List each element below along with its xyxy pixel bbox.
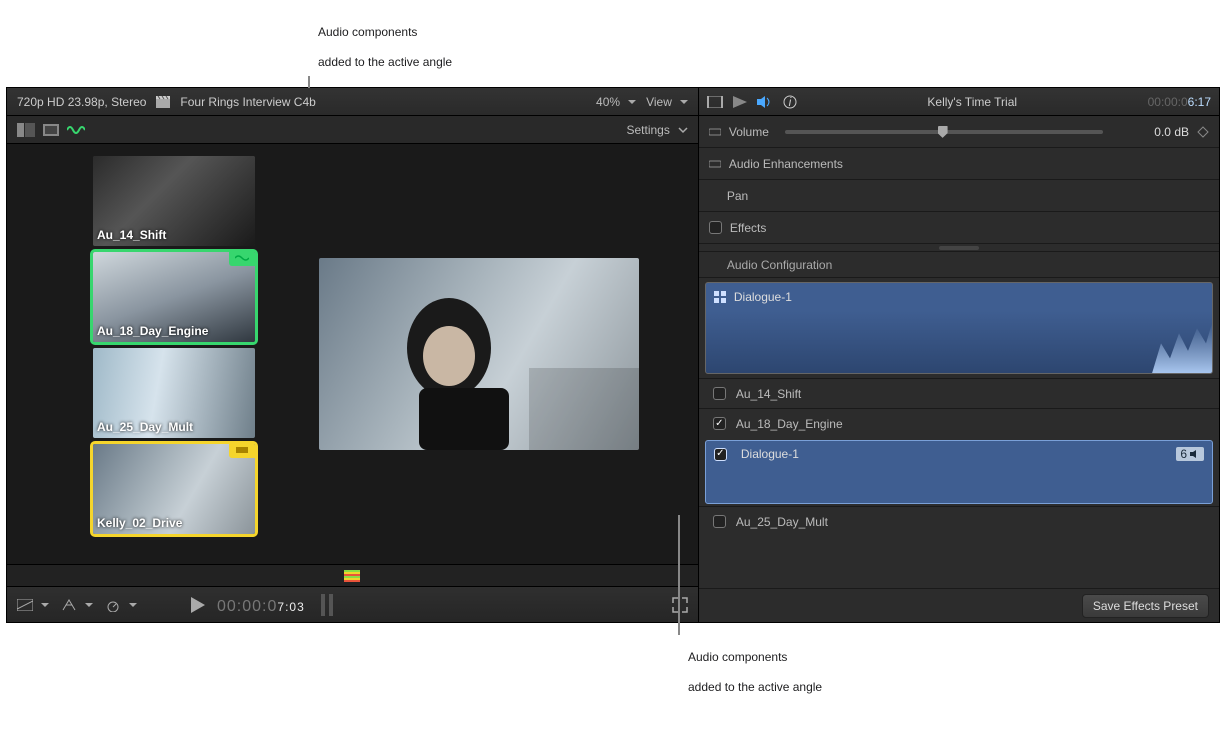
app-window: 720p HD 23.98p, Stereo Four Rings Interv… xyxy=(6,87,1220,623)
viewer-canvas xyxy=(261,144,698,564)
viewer-panel: 720p HD 23.98p, Stereo Four Rings Interv… xyxy=(7,88,698,622)
info-tab-icon[interactable]: i xyxy=(783,95,797,109)
video-active-badge-icon xyxy=(229,444,255,458)
angle-toolbar: Settings xyxy=(7,116,698,144)
angle-thumb[interactable]: Au_18_Day_Engine xyxy=(93,252,255,342)
audio-config-header: Audio Configuration xyxy=(699,252,1219,278)
overlay-bar xyxy=(7,564,698,586)
audio-active-badge-icon xyxy=(229,252,255,266)
timecode-display[interactable]: 00:00:07:03 xyxy=(217,592,305,617)
effects-checkbox[interactable] xyxy=(709,221,722,234)
volume-value: 0.0 dB xyxy=(1119,125,1189,139)
component-name: Au_14_Shift xyxy=(736,387,801,401)
audio-skim-icon[interactable] xyxy=(67,124,85,136)
component-checkbox[interactable] xyxy=(713,387,726,400)
waveform-preview xyxy=(706,467,1212,503)
viewer-header: 720p HD 23.98p, Stereo Four Rings Interv… xyxy=(7,88,698,116)
volume-disclosure-icon[interactable] xyxy=(709,127,721,137)
multicam-angle-icon xyxy=(714,291,726,303)
component-name: Au_25_Day_Mult xyxy=(736,515,828,529)
audio-tab-icon[interactable] xyxy=(757,96,773,108)
component-row[interactable]: Au_18_Day_Engine xyxy=(699,408,1219,438)
save-effects-preset-button[interactable]: Save Effects Preset xyxy=(1082,594,1209,618)
sub-dialogue-label: Dialogue-1 xyxy=(741,447,799,461)
angle-name: Au_25_Day_Mult xyxy=(97,420,251,434)
speed-menu[interactable] xyxy=(105,598,137,612)
inspector-clip-name: Kelly's Time Trial xyxy=(807,95,1138,109)
keyframe-icon[interactable] xyxy=(1197,126,1209,138)
annotation-top: Audio components added to the active ang… xyxy=(318,8,1226,79)
viewer-layout-menu[interactable] xyxy=(17,599,49,611)
angle-name: Au_18_Day_Engine xyxy=(97,324,251,338)
angle-name: Au_14_Shift xyxy=(97,228,251,242)
angle-overview-icon[interactable] xyxy=(344,570,360,582)
svg-text:i: i xyxy=(789,95,792,109)
viewer-frame xyxy=(319,258,639,450)
waveform-preview xyxy=(706,311,1212,373)
switch-video-audio-icon[interactable] xyxy=(17,123,35,137)
channel-count-badge[interactable]: 6 xyxy=(1176,447,1204,461)
component-row[interactable]: Au_25_Day_Mult xyxy=(699,506,1219,536)
inspector-footer: Save Effects Preset xyxy=(699,588,1219,622)
annotation-leader-line xyxy=(678,515,680,635)
panel-grip[interactable] xyxy=(699,244,1219,252)
dialogue-label: Dialogue-1 xyxy=(734,290,792,304)
component-checkbox[interactable] xyxy=(714,448,727,461)
settings-chevron-icon[interactable] xyxy=(678,125,688,135)
volume-row: Volume 0.0 dB xyxy=(699,116,1219,148)
clip-title: Four Rings Interview C4b xyxy=(180,95,315,109)
audio-config-clip[interactable]: Dialogue-1 xyxy=(705,282,1213,374)
component-name: Au_18_Day_Engine xyxy=(736,417,843,431)
timeline-marker-icon xyxy=(317,594,337,616)
retiming-menu[interactable] xyxy=(61,598,93,612)
inspector-header: i Kelly's Time Trial 00:00:06:17 xyxy=(699,88,1219,116)
inspector-timecode: 00:00:06:17 xyxy=(1148,95,1211,109)
angle-name: Kelly_02_Drive xyxy=(97,516,251,530)
annotation-bottom: Audio components added to the active ang… xyxy=(688,633,1226,704)
video-tab-icon[interactable] xyxy=(707,96,723,108)
audio-enhancements-row[interactable]: Audio Enhancements xyxy=(699,148,1219,180)
zoom-menu[interactable]: 40% xyxy=(596,95,636,109)
volume-slider[interactable] xyxy=(785,130,1103,134)
filmstrip-icon[interactable] xyxy=(43,124,59,136)
pan-row[interactable]: Pan xyxy=(699,180,1219,212)
audio-config-section: Dialogue-1 Au_14_Shift Au_18_Day_Engine … xyxy=(699,278,1219,536)
transport-bar: 00:00:07:03 xyxy=(7,586,698,622)
color-tab-icon[interactable] xyxy=(733,96,747,108)
angle-viewer: Au_14_Shift Au_18_Day_Engine Au_25_Day_M… xyxy=(7,144,261,564)
clapper-icon xyxy=(156,96,170,108)
active-audio-component[interactable]: Dialogue-1 6 xyxy=(705,440,1213,504)
settings-button[interactable]: Settings xyxy=(627,123,670,137)
format-label: 720p HD 23.98p, Stereo xyxy=(17,95,146,109)
component-row[interactable]: Au_14_Shift xyxy=(699,378,1219,408)
angle-thumb[interactable]: Au_25_Day_Mult xyxy=(93,348,255,438)
view-menu[interactable]: View xyxy=(646,95,688,109)
volume-label: Volume xyxy=(729,125,769,139)
effects-row[interactable]: Effects xyxy=(699,212,1219,244)
play-button[interactable] xyxy=(191,597,205,613)
angle-thumb[interactable]: Kelly_02_Drive xyxy=(93,444,255,534)
component-checkbox[interactable] xyxy=(713,515,726,528)
component-checkbox[interactable] xyxy=(713,417,726,430)
angle-thumb[interactable]: Au_14_Shift xyxy=(93,156,255,246)
audio-enh-icon xyxy=(709,159,721,169)
inspector-panel: i Kelly's Time Trial 00:00:06:17 Volume … xyxy=(698,88,1219,622)
